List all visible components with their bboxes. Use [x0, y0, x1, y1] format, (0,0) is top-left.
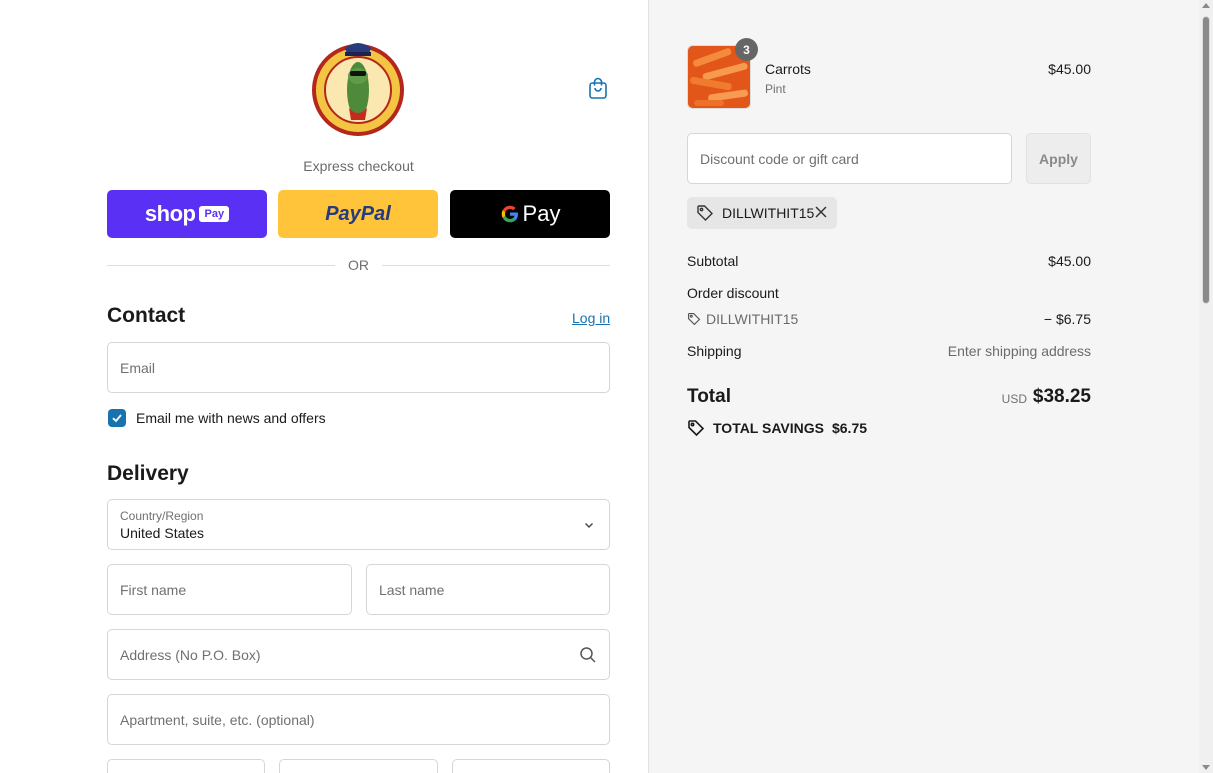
subtotal-label: Subtotal	[687, 253, 739, 269]
discount-code-row: DILLWITHIT15	[687, 311, 798, 327]
currency-code: USD	[1001, 392, 1027, 406]
total-value: $38.25	[1032, 386, 1091, 407]
google-pay-label: Pay	[522, 201, 561, 226]
country-value: United States	[120, 525, 205, 541]
chevron-down-icon	[583, 519, 595, 531]
scroll-down-arrow-icon[interactable]	[1202, 765, 1210, 770]
address-placeholder: Address (No P.O. Box)	[120, 647, 261, 663]
total-savings-label: TOTAL SAVINGS	[713, 420, 824, 436]
address-field[interactable]: Address (No P.O. Box)	[107, 629, 610, 680]
product-price: $45.00	[1048, 61, 1091, 77]
country-label: Country/Region	[120, 509, 204, 523]
express-checkout-label: Express checkout	[303, 158, 414, 174]
apply-discount-button[interactable]: Apply	[1026, 133, 1091, 184]
paypal-button[interactable]: PayPal	[278, 190, 438, 238]
discount-placeholder: Discount code or gift card	[700, 151, 859, 167]
first-name-placeholder: First name	[120, 582, 187, 598]
search-icon[interactable]	[579, 646, 597, 664]
applied-code-label: DILLWITHIT15	[722, 205, 815, 221]
apartment-field[interactable]: Apartment, suite, etc. (optional)	[107, 694, 610, 745]
city-field[interactable]	[107, 759, 265, 773]
shipping-value: Enter shipping address	[947, 343, 1091, 359]
google-g-icon	[500, 204, 520, 224]
scrollbar-thumb[interactable]	[1202, 16, 1210, 304]
login-link[interactable]: Log in	[572, 310, 610, 326]
scroll-up-arrow-icon[interactable]	[1202, 3, 1210, 8]
checkmark-icon	[111, 412, 123, 424]
last-name-field[interactable]: Last name	[366, 564, 610, 615]
paypal-wordmark: PayPal	[325, 202, 391, 225]
first-name-field[interactable]: First name	[107, 564, 352, 615]
apartment-placeholder: Apartment, suite, etc. (optional)	[120, 712, 315, 728]
total-savings-value: $6.75	[831, 420, 868, 436]
country-select[interactable]: Country/Region United States	[107, 499, 610, 550]
newsletter-checkbox[interactable]	[108, 409, 126, 427]
last-name-placeholder: Last name	[379, 582, 445, 598]
shipping-label: Shipping	[687, 343, 742, 359]
product-name: Carrots	[765, 61, 811, 77]
google-pay-button[interactable]: Pay	[450, 190, 610, 238]
remove-discount-icon[interactable]	[814, 205, 828, 219]
email-placeholder: Email	[120, 360, 156, 376]
cart-bag-icon[interactable]	[586, 76, 610, 100]
total-savings-row: TOTAL SAVINGS $6.75	[687, 419, 867, 437]
shop-pay-badge: Pay	[199, 206, 230, 222]
total-label: Total	[687, 386, 731, 407]
shop-pay-wordmark: shop	[144, 201, 196, 226]
tag-icon	[696, 204, 714, 222]
store-logo[interactable]	[311, 38, 406, 136]
email-field[interactable]: Email	[107, 342, 610, 393]
order-discount-label: Order discount	[687, 285, 779, 301]
discount-code-label: DILLWITHIT15	[706, 311, 799, 327]
quantity-badge: 3	[735, 38, 758, 61]
shop-pay-button[interactable]: shop Pay	[107, 190, 267, 238]
zip-field[interactable]	[452, 759, 610, 773]
applied-discount-chip: DILLWITHIT15	[687, 197, 837, 229]
tag-icon	[687, 419, 705, 437]
newsletter-label: Email me with news and offers	[136, 410, 326, 426]
state-select[interactable]	[279, 759, 438, 773]
checkout-form-panel: Express checkout shop Pay PayPal Pay OR …	[0, 0, 648, 773]
subtotal-value: $45.00	[1048, 253, 1091, 269]
page-scrollbar[interactable]	[1199, 0, 1213, 773]
discount-value: − $6.75	[1043, 311, 1091, 327]
or-divider: OR	[107, 256, 610, 276]
divider-line-right	[382, 265, 610, 266]
tag-icon	[687, 312, 701, 326]
contact-heading: Contact	[107, 304, 186, 327]
product-variant: Pint	[765, 82, 786, 96]
delivery-heading: Delivery	[107, 462, 189, 485]
discount-code-input[interactable]: Discount code or gift card	[687, 133, 1012, 184]
